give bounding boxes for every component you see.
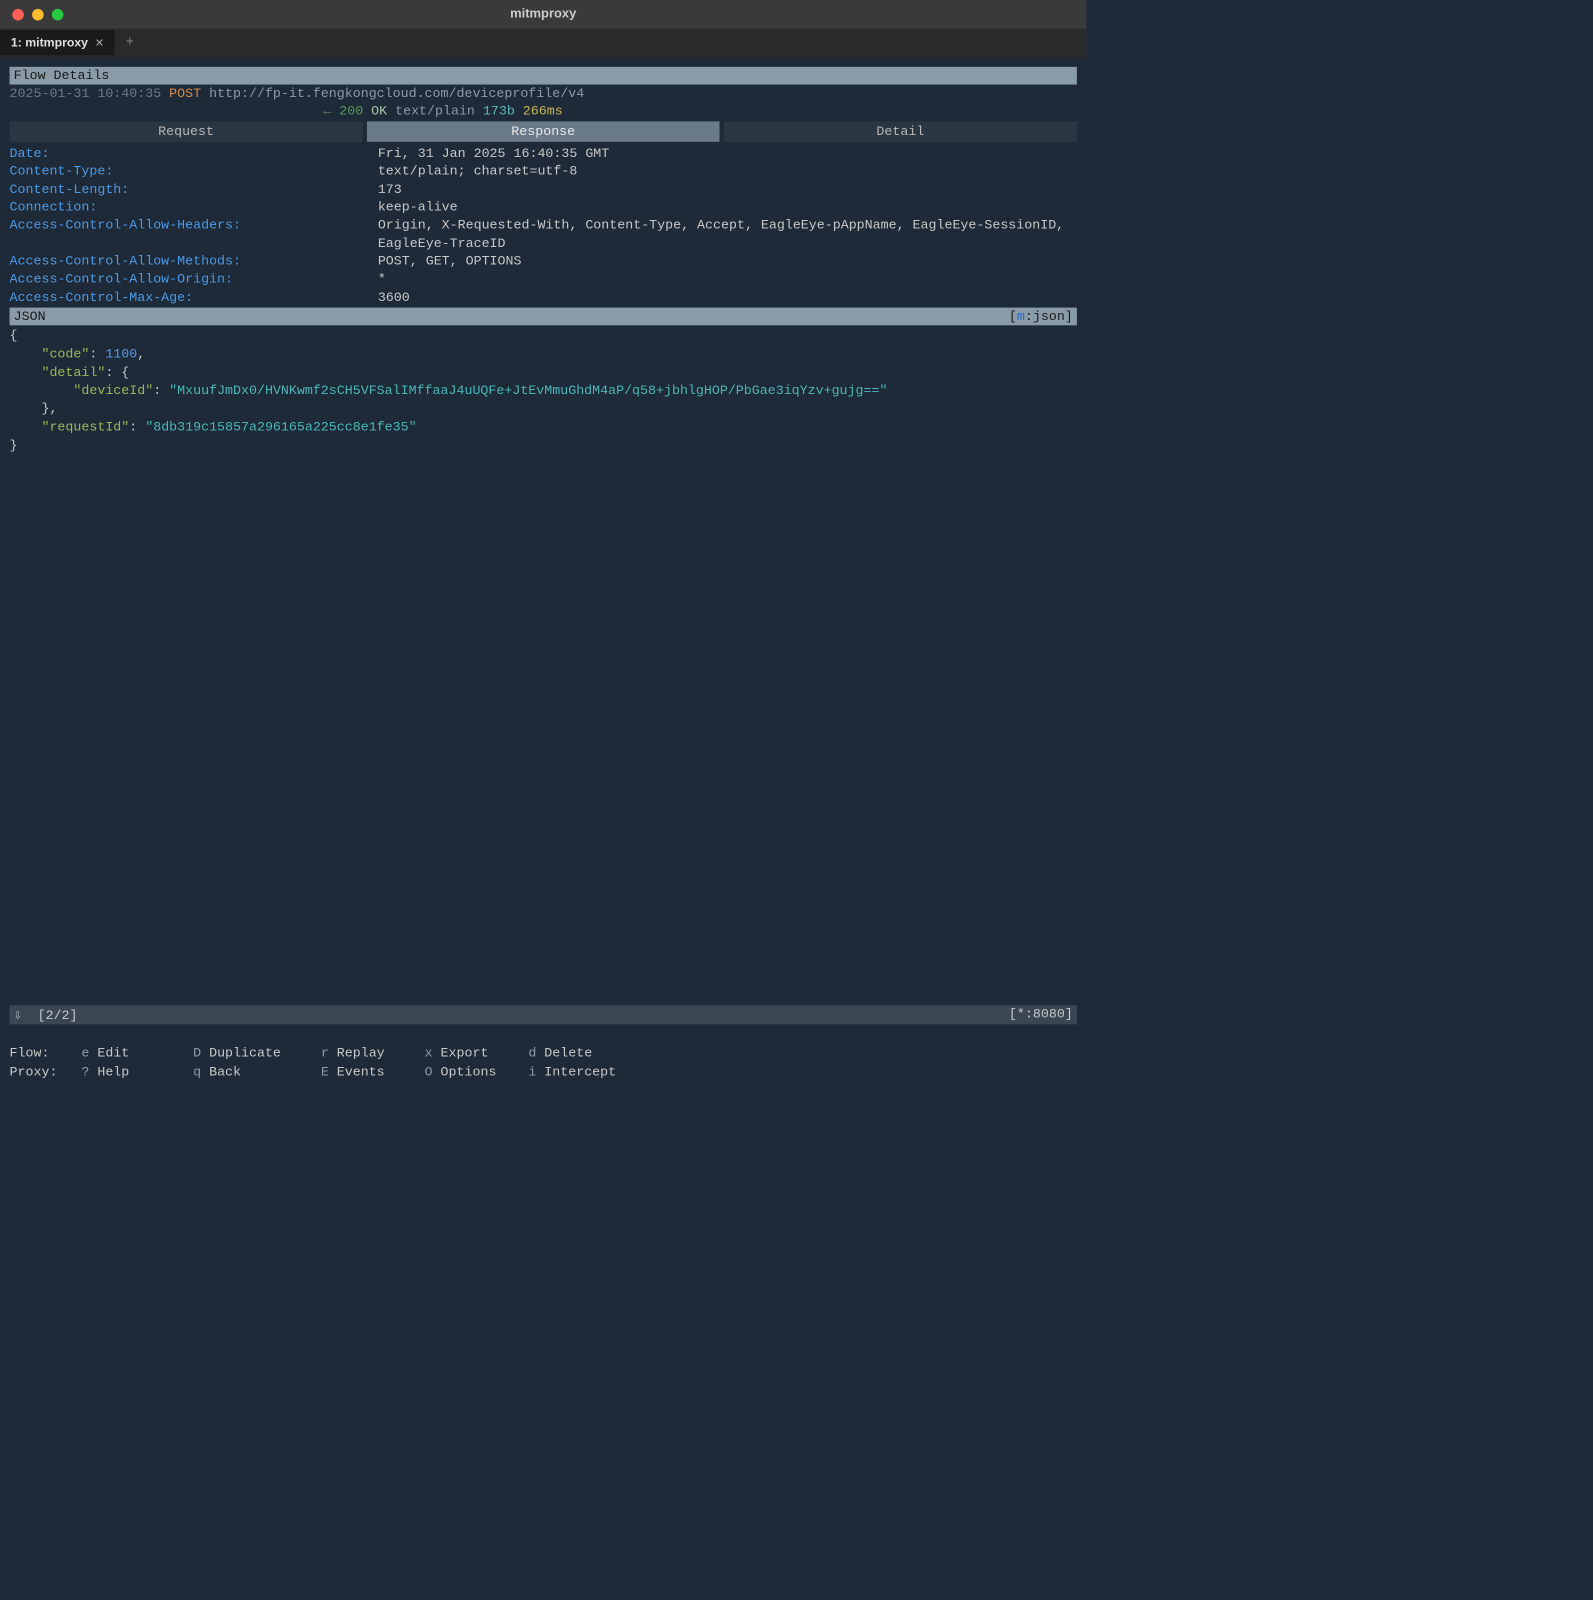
request-url: http://fp-it.fengkongcloud.com/devicepro… (209, 86, 584, 101)
help-key[interactable]: q (193, 1064, 201, 1079)
body-section-mode: [m:json] (1009, 309, 1073, 324)
detail-tabs: Request Response Detail (10, 121, 1077, 141)
header-row: Content-Length:173 (10, 180, 1077, 198)
help-row: Proxy: ? Help q Back E Events O Options … (10, 1063, 1077, 1082)
help-row: Flow: e Edit D Duplicate r Replay x Expo… (10, 1044, 1077, 1063)
header-value: * (378, 270, 386, 288)
window-title-bar: mitmproxy (0, 0, 1086, 29)
header-value: keep-alive (378, 198, 458, 216)
tab-response[interactable]: Response (367, 121, 720, 141)
response-body-json: { "code": 1100, "detail": { "deviceId": … (10, 325, 1077, 456)
header-key: Access-Control-Max-Age: (10, 288, 378, 306)
help-key[interactable]: D (193, 1046, 201, 1061)
help-key[interactable]: O (425, 1064, 433, 1079)
window-minimize-button[interactable] (32, 9, 44, 21)
header-value: 3600 (378, 288, 410, 306)
help-key[interactable]: x (425, 1046, 433, 1061)
tab-label: 1: mitmproxy (11, 35, 88, 49)
request-timestamp: 2025-01-31 10:40:35 (10, 86, 162, 101)
help-command: Help (97, 1064, 193, 1079)
help-key[interactable]: e (81, 1046, 89, 1061)
header-row: Connection:keep-alive (10, 198, 1077, 216)
status-bar: ⇩ [2/2] [*:8080] (10, 1005, 1077, 1024)
header-row: Access-Control-Allow-Methods:POST, GET, … (10, 252, 1077, 270)
header-key: Access-Control-Allow-Origin: (10, 270, 378, 288)
header-key: Access-Control-Allow-Methods: (10, 252, 378, 270)
header-row: Content-Type:text/plain; charset=utf-8 (10, 163, 1077, 181)
window-maximize-button[interactable] (52, 9, 64, 21)
new-tab-button[interactable]: + (115, 35, 145, 51)
flow-details-header: Flow Details (10, 67, 1077, 85)
header-row: Access-Control-Allow-Headers:Origin, X-R… (10, 216, 1077, 252)
response-status-text: OK (371, 104, 387, 119)
body-section-label: JSON (14, 309, 46, 324)
traffic-lights (12, 9, 63, 21)
header-value: text/plain; charset=utf-8 (378, 163, 578, 181)
help-command: Back (209, 1064, 321, 1079)
window-title: mitmproxy (11, 7, 1076, 22)
header-value: Origin, X-Requested-With, Content-Type, … (378, 216, 1077, 252)
response-line: ← 200 OK text/plain 173b 266ms (10, 102, 1077, 120)
help-command: Edit (97, 1046, 193, 1061)
header-key: Content-Type: (10, 163, 378, 181)
help-key[interactable]: ? (81, 1064, 89, 1079)
help-command: Intercept (544, 1064, 640, 1079)
status-listen-address: [*:8080] (1009, 1007, 1073, 1023)
help-section-label: Flow: (10, 1044, 82, 1063)
help-key[interactable]: E (321, 1064, 329, 1079)
help-command: Events (337, 1064, 425, 1079)
request-line: 2025-01-31 10:40:35 POST http://fp-it.fe… (10, 85, 1077, 103)
help-section-label: Proxy: (10, 1063, 82, 1082)
header-key: Access-Control-Allow-Headers: (10, 216, 378, 252)
window-close-button[interactable] (12, 9, 24, 21)
header-value: 173 (378, 180, 402, 198)
close-icon[interactable]: ✕ (95, 36, 104, 50)
help-command: Delete (544, 1046, 640, 1061)
status-left: ⇩ [2/2] (14, 1007, 78, 1023)
response-headers: Date:Fri, 31 Jan 2025 16:40:35 GMTConten… (10, 143, 1077, 307)
header-key: Content-Length: (10, 180, 378, 198)
help-key[interactable]: r (321, 1046, 329, 1061)
header-row: Access-Control-Max-Age:3600 (10, 288, 1077, 306)
help-command: Replay (337, 1046, 425, 1061)
body-section-header: JSON [m:json] (10, 307, 1077, 325)
header-row: Access-Control-Allow-Origin:* (10, 270, 1077, 288)
response-size: 173b (483, 104, 515, 119)
help-key[interactable]: d (528, 1046, 536, 1061)
header-key: Date: (10, 145, 378, 163)
response-time: 266ms (523, 104, 563, 119)
help-key[interactable]: i (528, 1064, 536, 1079)
tab-mitmproxy[interactable]: 1: mitmproxy ✕ (0, 30, 115, 55)
header-value: POST, GET, OPTIONS (378, 252, 522, 270)
help-command: Duplicate (209, 1046, 321, 1061)
help-command: Export (441, 1046, 529, 1061)
help-bar: Flow: e Edit D Duplicate r Replay x Expo… (10, 1044, 1077, 1081)
help-command: Options (441, 1064, 529, 1079)
response-status-code: 200 (339, 104, 363, 119)
tab-bar: 1: mitmproxy ✕ + (0, 29, 1086, 58)
header-key: Connection: (10, 198, 378, 216)
response-content-type: text/plain (395, 104, 475, 119)
response-arrow-icon: ← (323, 104, 331, 119)
content-area: Flow Details 2025-01-31 10:40:35 POST ht… (0, 57, 1086, 456)
header-value: Fri, 31 Jan 2025 16:40:35 GMT (378, 145, 609, 163)
tab-request[interactable]: Request (10, 121, 363, 141)
request-method: POST (169, 86, 201, 101)
tab-detail[interactable]: Detail (724, 121, 1077, 141)
header-row: Date:Fri, 31 Jan 2025 16:40:35 GMT (10, 145, 1077, 163)
